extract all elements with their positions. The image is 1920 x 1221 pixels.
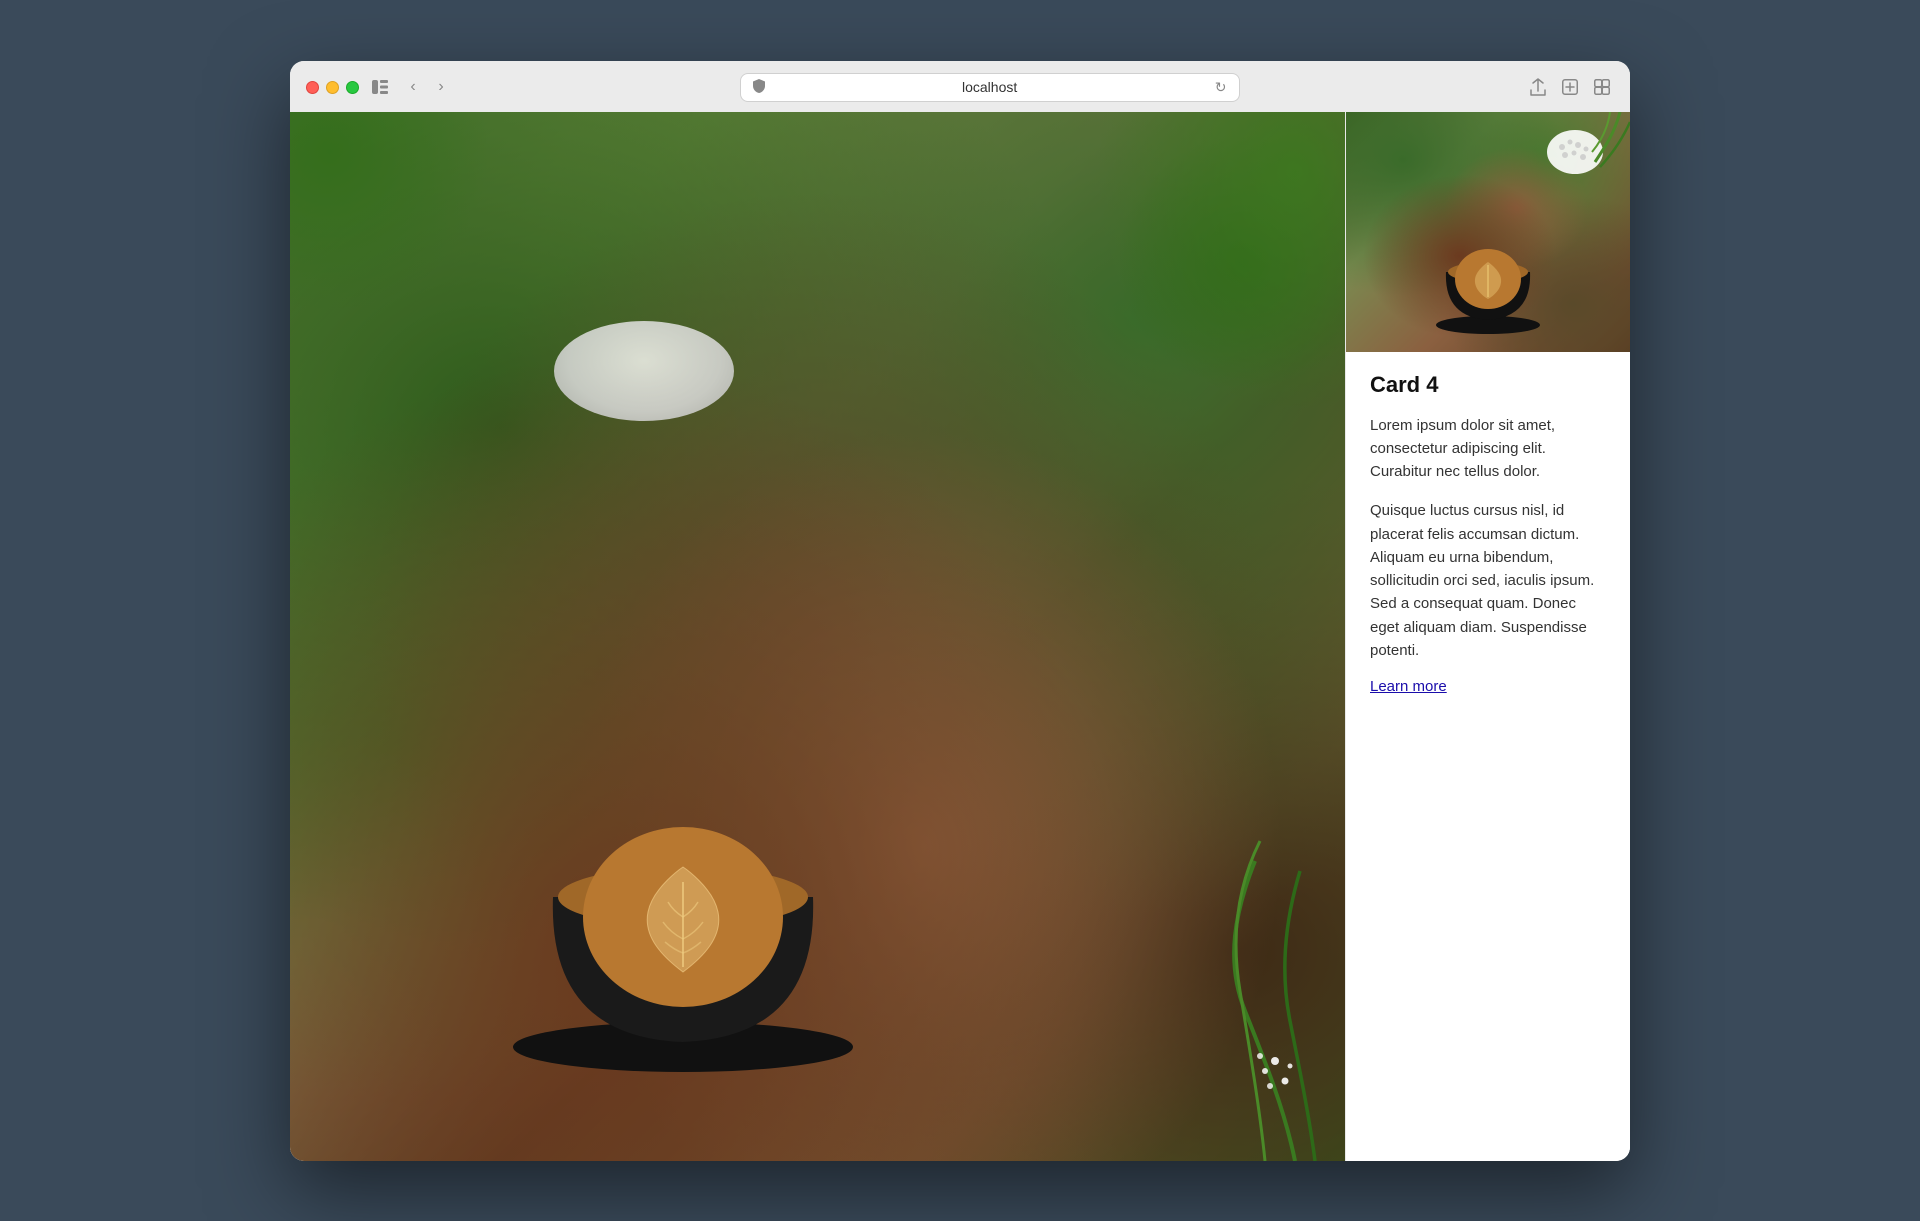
new-tab-button[interactable] [1558, 75, 1582, 99]
card-body: Card 4 Lorem ipsum dolor sit amet, conse… [1346, 352, 1630, 721]
thumbnail-plant-svg [1550, 112, 1630, 192]
greenery-top-right [1095, 112, 1345, 412]
url-text: localhost [773, 79, 1207, 95]
browser-actions [1526, 75, 1614, 99]
traffic-lights [306, 81, 359, 94]
card-paragraph-1: Lorem ipsum dolor sit amet, consectetur … [1370, 414, 1606, 484]
nav-buttons: ‹ › [401, 75, 453, 99]
card-sidebar: Card 4 Lorem ipsum dolor sit amet, conse… [1345, 112, 1630, 1161]
security-icon [753, 79, 765, 96]
main-image-area [290, 112, 1345, 1161]
tab-overview-button[interactable] [1590, 75, 1614, 99]
maximize-button[interactable] [346, 81, 359, 94]
greenery-top-left [290, 112, 490, 312]
card-paragraph-2: Quisque luctus cursus nisl, id placerat … [1370, 499, 1606, 662]
forward-button[interactable]: › [429, 75, 453, 99]
browser-window: ‹ › localhost ↻ [290, 61, 1630, 1161]
plant-stems-svg [1145, 761, 1345, 1161]
coffee-cup-svg [493, 717, 873, 1077]
thumbnail-cup-svg [1428, 217, 1548, 337]
address-bar[interactable]: localhost ↻ [740, 73, 1240, 102]
page-content: Card 4 Lorem ipsum dolor sit amet, conse… [290, 112, 1630, 1161]
sidebar-toggle-icon[interactable] [371, 78, 389, 96]
address-bar-container: localhost ↻ [465, 73, 1514, 102]
card-thumbnail [1346, 112, 1630, 352]
close-button[interactable] [306, 81, 319, 94]
main-coffee-image [290, 112, 1345, 1161]
card-title: Card 4 [1370, 372, 1606, 398]
back-button[interactable]: ‹ [401, 75, 425, 99]
share-button[interactable] [1526, 75, 1550, 99]
learn-more-link[interactable]: Learn more [1370, 678, 1447, 695]
browser-chrome: ‹ › localhost ↻ [290, 61, 1630, 112]
reload-button[interactable]: ↻ [1215, 79, 1227, 96]
minimize-button[interactable] [326, 81, 339, 94]
browser-toolbar: ‹ › localhost ↻ [306, 73, 1614, 112]
browser-content: Card 4 Lorem ipsum dolor sit amet, conse… [290, 112, 1630, 1161]
white-bowl [554, 321, 734, 421]
